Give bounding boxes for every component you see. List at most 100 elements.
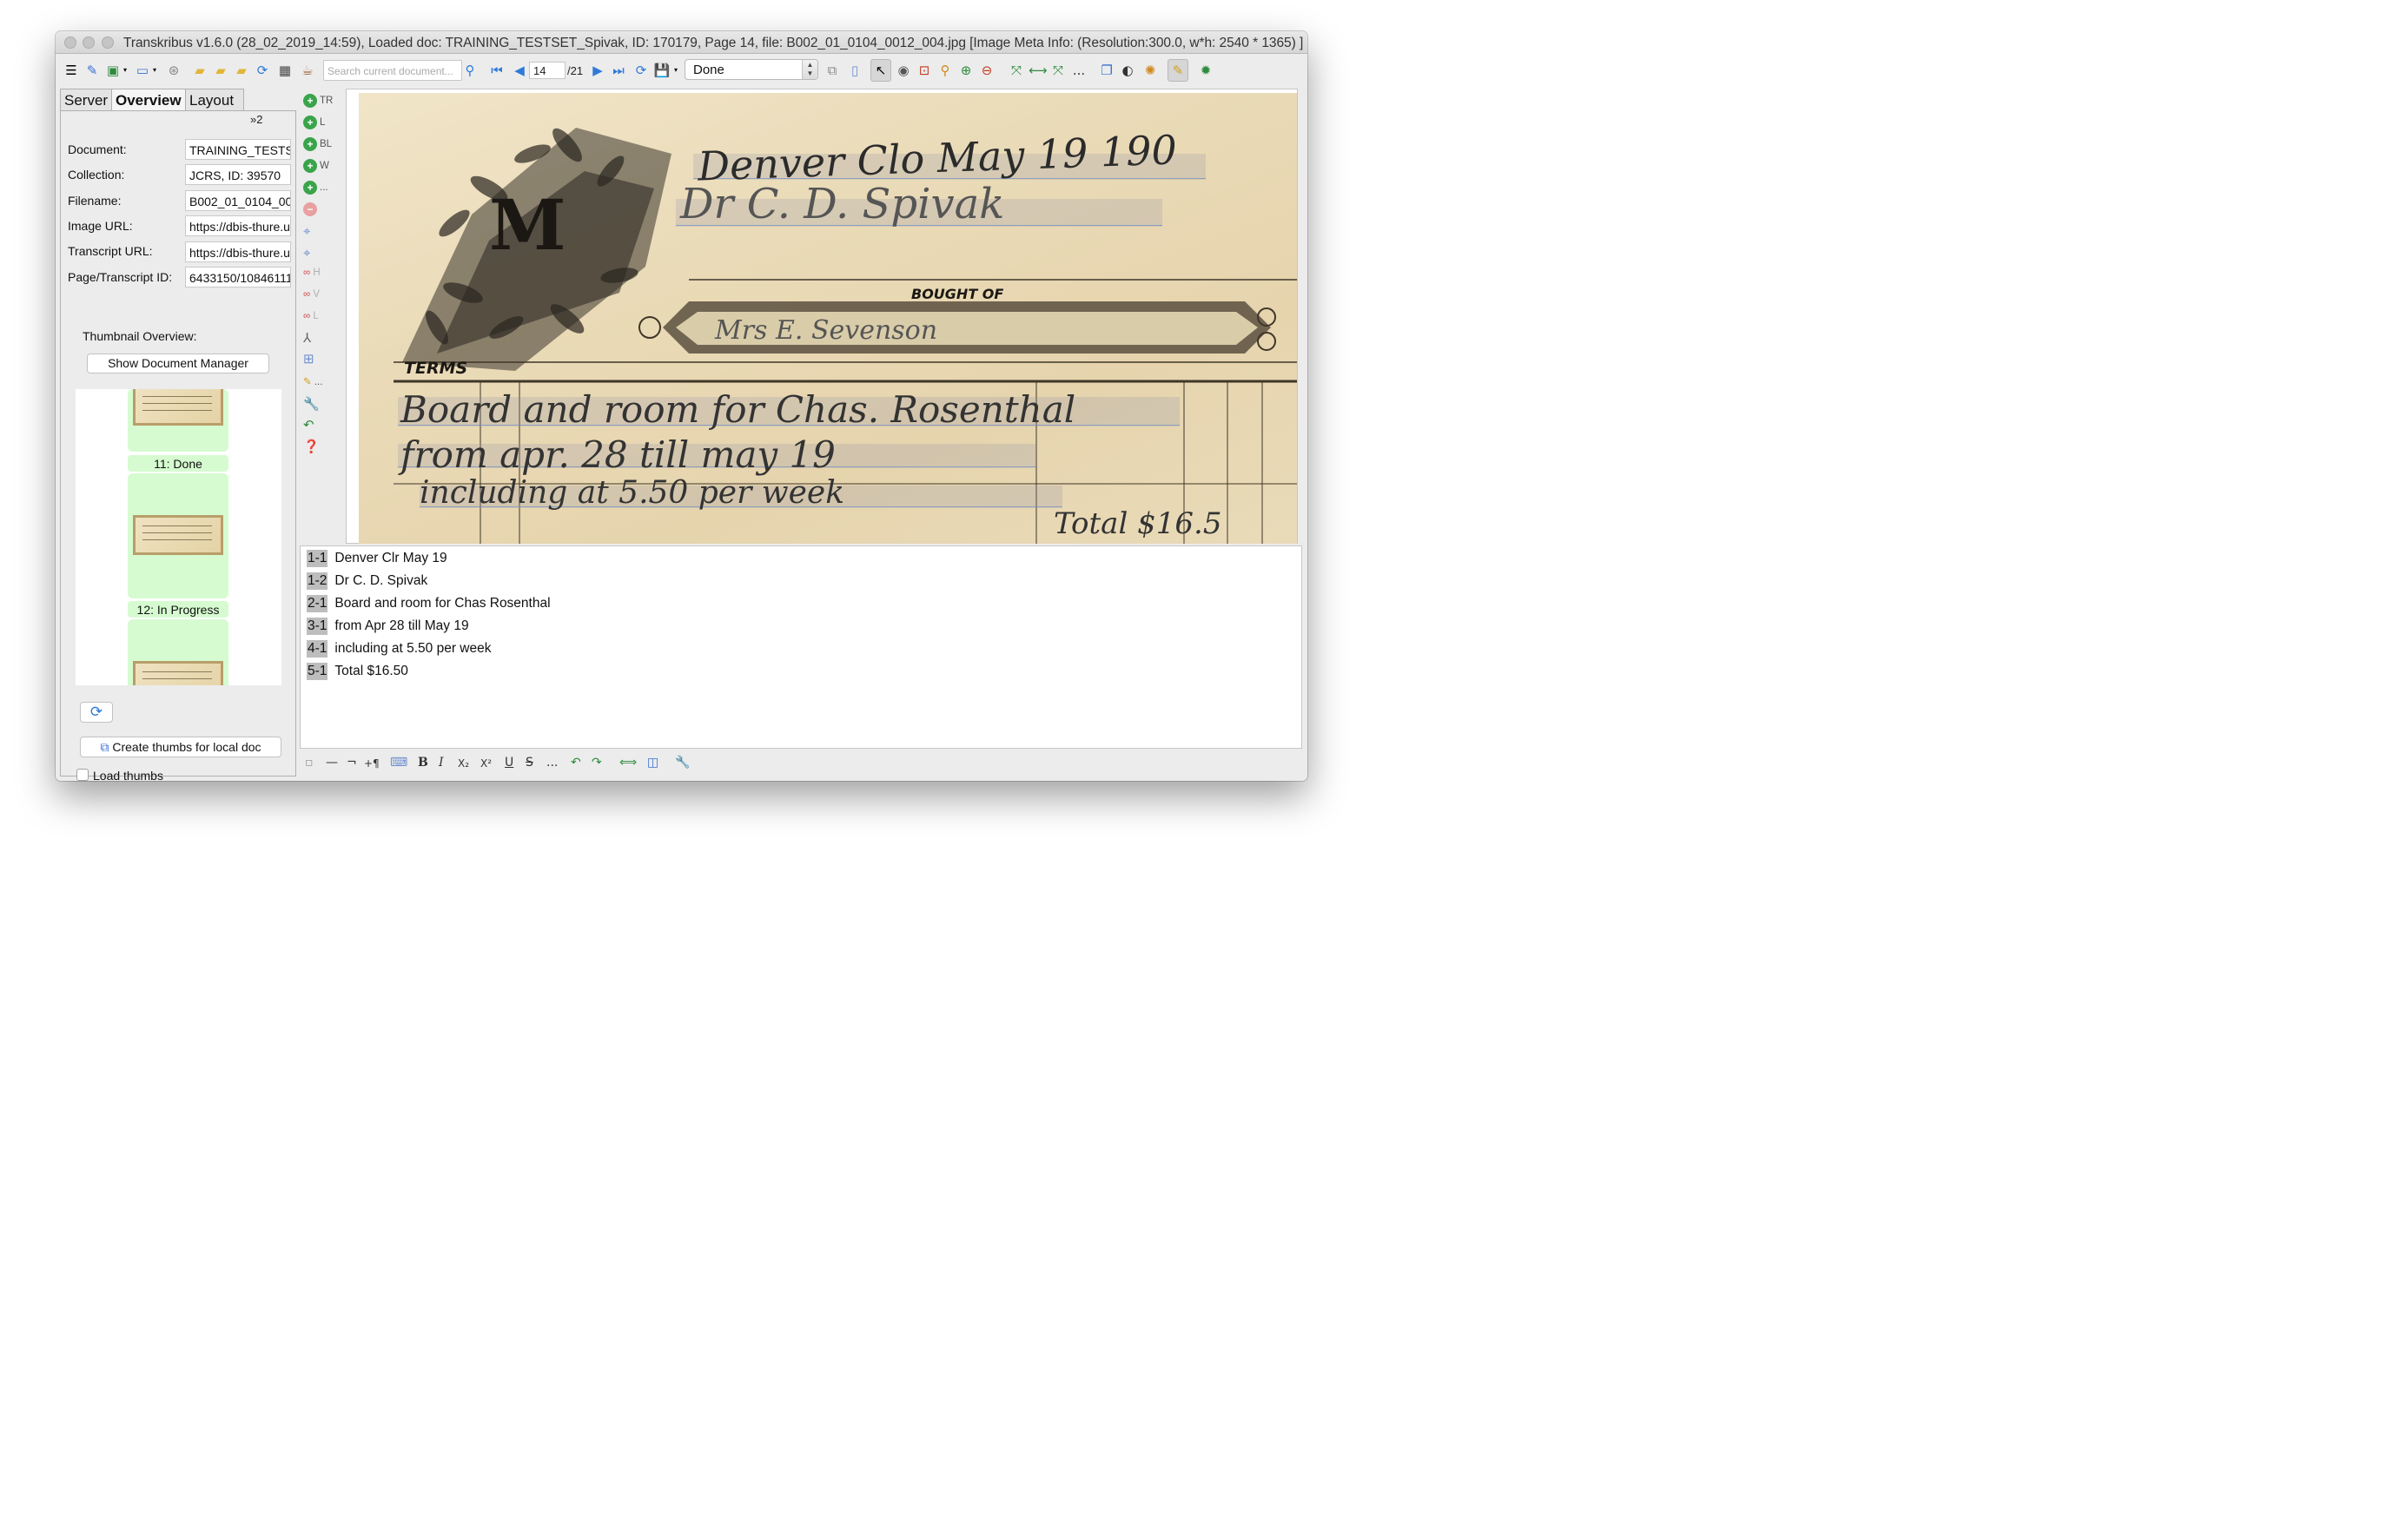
transcription-editor[interactable]: 1-1 Denver Clr May 19 1-2 Dr C. D. Spivak … <box>300 545 1302 749</box>
search-icon[interactable]: ⚲ <box>461 62 479 79</box>
dash-button[interactable]: — <box>326 756 338 770</box>
merge-button[interactable]: ⅄ <box>303 330 311 346</box>
add-textregion-button[interactable]: + TR <box>303 94 333 108</box>
add-line-button[interactable]: + L <box>303 116 325 129</box>
image-url-field[interactable]: https://dbis-thure.uibk.ac.at <box>185 215 291 236</box>
load-thumbs-checkbox[interactable] <box>76 769 89 781</box>
transcription-line[interactable]: 1-1 Denver Clr May 19 <box>307 550 447 567</box>
tab-overview[interactable]: Overview <box>111 89 186 111</box>
pilcrow-button[interactable]: +¶ <box>364 757 380 770</box>
thumbnail-card[interactable] <box>128 473 228 598</box>
thumbnail-list[interactable]: 11: Done 12: In Progress <box>76 389 281 685</box>
tab-server[interactable]: Server <box>60 89 112 111</box>
edit-more-button[interactable]: ✎ ... <box>303 375 322 387</box>
zoom-in-icon[interactable]: ⊕ <box>957 62 975 79</box>
table-button[interactable]: ⊞ <box>303 351 314 367</box>
add-baseline-button[interactable]: + BL <box>303 137 332 151</box>
split-horizontal-button[interactable]: ∞ H <box>303 268 321 278</box>
contrast-icon[interactable]: ◐ <box>1119 62 1136 79</box>
menu-icon[interactable]: ☰ <box>63 62 80 79</box>
thumbnail-card[interactable] <box>128 389 228 452</box>
undo-icon[interactable]: ↶ <box>571 756 581 770</box>
filename-field[interactable]: B002_01_0104_0012_004.jpg <box>185 190 291 211</box>
create-thumbs-button[interactable]: ⧉ Create thumbs for local doc <box>80 737 281 757</box>
zoom-out-icon[interactable]: ⊖ <box>978 62 996 79</box>
reload-icon[interactable]: ⟳ <box>632 62 650 79</box>
wrench-icon[interactable]: 🔧 <box>675 756 690 770</box>
bug-icon[interactable]: ✹ <box>1197 62 1214 79</box>
add-point-button[interactable]: ⌖ <box>303 224 310 239</box>
underline-button[interactable]: U <box>505 756 513 770</box>
close-window-button[interactable] <box>64 36 76 49</box>
edit-mode-icon[interactable]: ✎ <box>1168 59 1188 82</box>
help-button[interactable]: ❓ <box>303 439 320 454</box>
tab-layout[interactable]: Layout <box>185 89 244 111</box>
collection-field[interactable]: JCRS, ID: 39570 <box>185 164 291 185</box>
page-number-input[interactable]: 14 <box>529 62 566 79</box>
minimize-window-button[interactable] <box>83 36 95 49</box>
settings-icon[interactable]: ⊛ <box>165 62 182 79</box>
bold-button[interactable]: B <box>418 756 428 770</box>
transcription-line[interactable]: 3-1 from Apr 28 till May 19 <box>307 618 469 635</box>
zoom-icon[interactable]: ⚲ <box>936 62 954 79</box>
transcript-url-field[interactable]: https://dbis-thure.uibk.ac.at <box>185 241 291 262</box>
fit-page-icon[interactable]: ⤧ <box>1008 62 1025 79</box>
wrench-button[interactable]: 🔧 <box>303 396 320 412</box>
split-line-button[interactable]: ∞ L <box>303 311 319 321</box>
arrows-icon[interactable]: ⟺ <box>619 756 637 770</box>
strikethrough-button[interactable]: S <box>526 756 533 770</box>
document-field[interactable]: TRAINING_TESTSET_Spivak <box>185 139 291 160</box>
transcription-line[interactable]: 2-1 Board and room for Chas Rosenthal <box>307 595 551 612</box>
remove-point-button[interactable]: ⌖ <box>303 246 310 261</box>
copy-icon[interactable]: ⧉ <box>824 62 841 79</box>
folder-icon[interactable]: ▰ <box>191 62 208 79</box>
more-icon[interactable]: ... <box>1070 62 1088 79</box>
eye-icon[interactable]: ◉ <box>895 62 912 79</box>
document-icon[interactable]: ▯ <box>846 62 863 79</box>
subscript-button[interactable]: X₂ <box>458 757 469 770</box>
import-icon[interactable]: ▰ <box>212 62 229 79</box>
sync-icon[interactable]: ⟳ <box>254 62 271 79</box>
zoom-window-button[interactable] <box>102 36 114 49</box>
more-formatting-button[interactable]: ... <box>546 756 558 770</box>
image-canvas[interactable]: M BOUGHT OF TERMS Denver Clo May 19 190 … <box>346 89 1298 544</box>
page-transcript-id-field[interactable]: 6433150/10846111 <box>185 267 291 287</box>
split-vertical-button[interactable]: ∞ V <box>303 289 320 300</box>
keyboard-icon[interactable]: ⌨ <box>390 756 407 770</box>
transcription-line[interactable]: 5-1 Total $16.50 <box>307 663 408 680</box>
first-page-icon[interactable]: ⏮ <box>488 62 506 79</box>
not-sign-button[interactable]: ¬ <box>347 756 357 770</box>
transcription-line[interactable]: 4-1 including at 5.50 per week <box>307 640 492 658</box>
undo-button[interactable]: ↶ <box>303 417 314 433</box>
split-view-icon[interactable]: ◫ <box>647 756 658 770</box>
document-image[interactable]: M BOUGHT OF TERMS Denver Clo May 19 190 … <box>359 93 1297 544</box>
more-shapes-button[interactable]: +... <box>303 181 328 195</box>
fit-height-icon[interactable]: ⤧ <box>1049 62 1067 79</box>
next-page-icon[interactable]: ▶ <box>589 62 606 79</box>
refresh-thumbs-button[interactable]: ⟳ <box>80 702 113 723</box>
paragraph-icon[interactable]: ▫ <box>305 756 314 770</box>
show-document-manager-button[interactable]: Show Document Manager <box>87 354 269 373</box>
search-input[interactable]: Search current document... <box>323 60 462 81</box>
add-word-button[interactable]: + W <box>303 159 329 173</box>
upload-icon[interactable]: ▰ <box>233 62 250 79</box>
status-select[interactable]: Done ▲ ▼ <box>685 59 818 80</box>
chevron-down-icon[interactable]: ▾ <box>146 62 163 79</box>
cloud-icon[interactable]: ▦ <box>276 62 294 79</box>
prev-page-icon[interactable]: ◀ <box>511 62 528 79</box>
tea-icon[interactable]: ☕ <box>299 62 316 79</box>
layers-icon[interactable]: ❐ <box>1098 62 1115 79</box>
chevron-down-icon[interactable]: ▾ <box>116 62 134 79</box>
chevron-down-icon[interactable]: ▾ <box>667 62 685 79</box>
transcription-line[interactable]: 1-2 Dr C. D. Spivak <box>307 572 427 590</box>
remove-shape-button[interactable]: − <box>303 202 320 216</box>
pointer-icon[interactable]: ↖ <box>870 59 891 82</box>
pen-icon[interactable]: ✎ <box>83 62 101 79</box>
last-page-icon[interactable]: ⏭ <box>610 62 627 79</box>
superscript-button[interactable]: X² <box>480 757 492 770</box>
palette-icon[interactable]: ✺ <box>1141 62 1159 79</box>
redo-icon[interactable]: ↷ <box>592 756 602 770</box>
thumbnail-card[interactable] <box>128 619 228 685</box>
italic-button[interactable]: I <box>439 756 444 770</box>
zoom-box-icon[interactable]: ⊡ <box>916 62 933 79</box>
